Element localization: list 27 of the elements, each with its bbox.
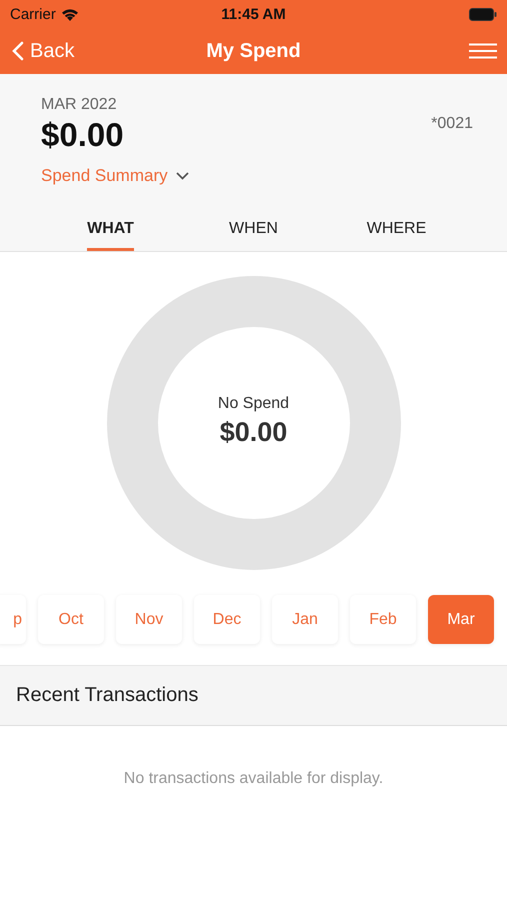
month-chip[interactable]: Nov — [116, 595, 182, 644]
view-tab[interactable]: WHERE — [366, 220, 426, 251]
account-number: *0021 — [431, 115, 473, 134]
section-title: Recent Transactions — [16, 684, 198, 707]
view-tab[interactable]: WHAT — [87, 220, 134, 251]
month-chip[interactable]: p — [0, 595, 26, 644]
back-button[interactable]: Back — [12, 40, 74, 62]
period-label: MAR 2022 — [41, 96, 118, 114]
month-chip[interactable]: Dec — [194, 595, 260, 644]
chevron-left-icon — [12, 41, 24, 61]
screen-title: My Spend — [206, 40, 301, 62]
status-time: 11:45 AM — [221, 6, 286, 22]
donut-label: No Spend — [218, 395, 290, 413]
chevron-down-icon — [176, 172, 189, 180]
empty-message: No transactions available for display. — [124, 770, 384, 787]
month-chip[interactable]: Oct — [38, 595, 104, 644]
wifi-icon — [60, 8, 79, 20]
donut-amount: $0.00 — [220, 417, 288, 448]
menu-icon[interactable] — [469, 43, 497, 59]
view-tab[interactable]: WHEN — [229, 220, 278, 251]
spend-summary-dropdown[interactable]: Spend Summary — [41, 166, 189, 186]
battery-icon — [469, 8, 497, 20]
month-chip[interactable]: Mar — [428, 595, 494, 644]
month-chip[interactable]: Jan — [272, 595, 338, 644]
carrier-name: Carrier — [10, 6, 56, 22]
month-chip[interactable]: Feb — [350, 595, 416, 644]
total-amount: $0.00 — [41, 116, 124, 154]
